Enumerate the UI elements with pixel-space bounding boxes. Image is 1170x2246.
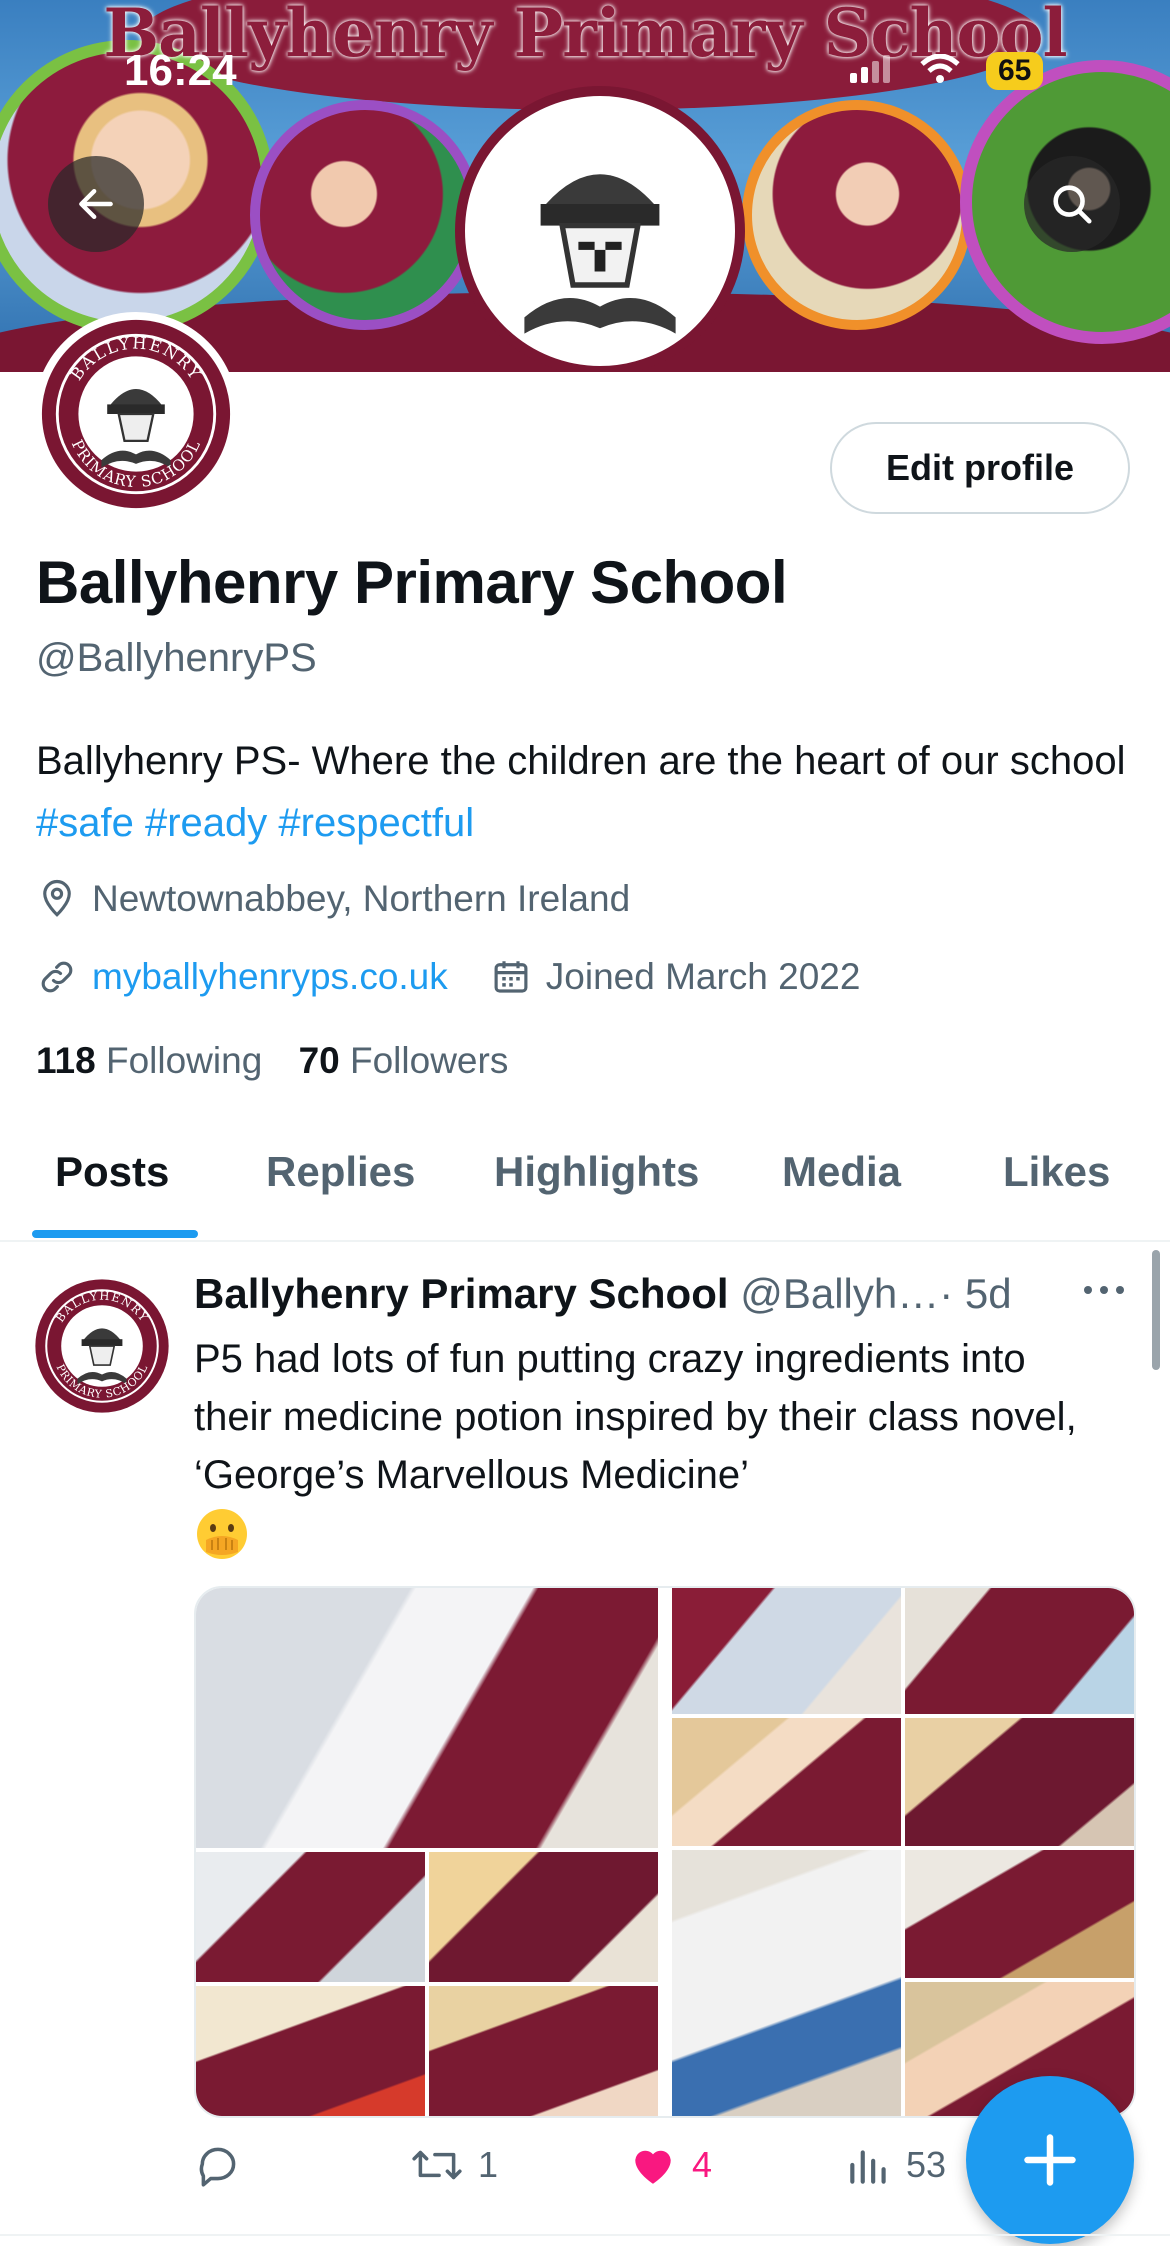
arrow-left-icon — [79, 188, 113, 220]
media-collage[interactable] — [196, 1588, 658, 2116]
like-count: 4 — [692, 2144, 713, 2185]
following-count: 118 — [36, 1040, 96, 1081]
repost-icon — [412, 2150, 462, 2180]
post-media[interactable] — [194, 1586, 1136, 2118]
more-dots-icon — [1084, 1286, 1124, 1294]
followers-link[interactable]: 70 Followers — [299, 1040, 509, 1081]
profile-handle: @BallyhenryPS — [36, 636, 317, 680]
tab-likes[interactable]: Likes — [1003, 1148, 1110, 1196]
tab-replies[interactable]: Replies — [266, 1148, 415, 1196]
divider — [0, 1240, 1170, 1242]
hashtag-link[interactable]: #safe — [36, 801, 134, 845]
media-photo — [905, 1718, 1134, 1846]
signal-icon — [850, 54, 894, 88]
following-label: Following — [105, 1040, 263, 1081]
repost-count: 1 — [478, 2144, 499, 2185]
hashtag-link[interactable]: #respectful — [278, 801, 474, 845]
status-indicators: 65 — [850, 52, 1044, 90]
post-header: Ballyhenry Primary School @Ballyh…· 5d — [194, 1270, 1012, 1318]
search-icon — [1053, 185, 1092, 224]
tab-posts[interactable]: Posts — [55, 1148, 169, 1196]
repost-button[interactable]: 1 — [410, 2140, 498, 2190]
banner-school-crest — [455, 86, 745, 372]
location-pin-icon — [36, 878, 78, 920]
active-tab-indicator — [32, 1230, 198, 1238]
heart-icon — [635, 2150, 671, 2184]
post-author-name[interactable]: Ballyhenry Primary School — [194, 1270, 729, 1317]
post-time[interactable]: · 5d — [939, 1270, 1011, 1317]
profile-meta-row: myballyhenryps.co.uk Joined March 2022 — [36, 956, 860, 998]
media-photo — [429, 1852, 658, 1982]
media-photo — [196, 1588, 658, 1848]
location-text: Newtownabbey, Northern Ireland — [92, 878, 631, 919]
profile-name: Ballyhenry Primary School — [36, 549, 788, 616]
compose-post-button[interactable] — [966, 2076, 1134, 2244]
battery-indicator: 65 — [986, 52, 1044, 90]
post-more-button[interactable] — [1082, 1282, 1126, 1303]
reply-icon — [199, 2147, 236, 2187]
search-button[interactable] — [1024, 156, 1120, 252]
media-photo — [672, 1588, 901, 1714]
tab-media[interactable]: Media — [782, 1148, 901, 1196]
profile-avatar[interactable]: BALLYHENRY PRIMARY SCHOOL — [34, 312, 238, 516]
media-photo — [429, 1986, 658, 2116]
joined-date: Joined March 2022 — [545, 956, 861, 997]
media-photo — [196, 1852, 425, 1982]
views-button[interactable]: 53 — [846, 2140, 946, 2190]
website-link[interactable]: myballyhenryps.co.uk — [92, 956, 448, 998]
media-photo — [196, 1986, 425, 2116]
banner-photo — [250, 100, 480, 330]
wifi-icon — [920, 53, 960, 89]
profile-bio: Ballyhenry PS- Where the children are th… — [36, 730, 1136, 854]
link-icon — [36, 956, 78, 998]
post-text: P5 had lots of fun putting crazy ingredi… — [194, 1337, 1077, 1497]
follow-counts: 118 Following 70 Followers — [36, 1040, 508, 1082]
profile-location: Newtownabbey, Northern Ireland — [36, 878, 630, 920]
views-icon — [850, 2150, 886, 2184]
tab-highlights[interactable]: Highlights — [494, 1148, 699, 1196]
post-author-avatar[interactable]: BALLYHENRY PRIMARY SCHOOL — [34, 1278, 170, 1414]
media-photo — [905, 1850, 1134, 1978]
followers-label: Followers — [350, 1040, 509, 1081]
status-time: 16:24 — [124, 46, 237, 95]
media-photo — [905, 1588, 1134, 1714]
banner-photo — [742, 100, 972, 330]
following-link[interactable]: 118 Following — [36, 1040, 262, 1081]
hashtag-link[interactable]: #ready — [145, 801, 267, 845]
reply-button[interactable] — [194, 2140, 258, 2190]
calendar-icon — [490, 956, 532, 998]
divider — [0, 2234, 1170, 2236]
bio-text: Ballyhenry PS- Where the children are th… — [36, 739, 1126, 783]
media-photo — [672, 1850, 901, 2116]
views-count: 53 — [906, 2144, 947, 2185]
face-with-hand-over-mouth-icon — [194, 1506, 250, 1562]
post-author-handle[interactable]: @Ballyh… — [740, 1270, 939, 1317]
scrollbar[interactable] — [1152, 1250, 1160, 1370]
edit-profile-button[interactable]: Edit profile — [830, 422, 1130, 514]
like-button[interactable]: 4 — [628, 2140, 712, 2190]
followers-count: 70 — [298, 1040, 340, 1081]
back-button[interactable] — [48, 156, 144, 252]
plus-icon — [1024, 2134, 1076, 2186]
media-photo — [672, 1718, 901, 1846]
media-collage[interactable] — [672, 1588, 1134, 2116]
